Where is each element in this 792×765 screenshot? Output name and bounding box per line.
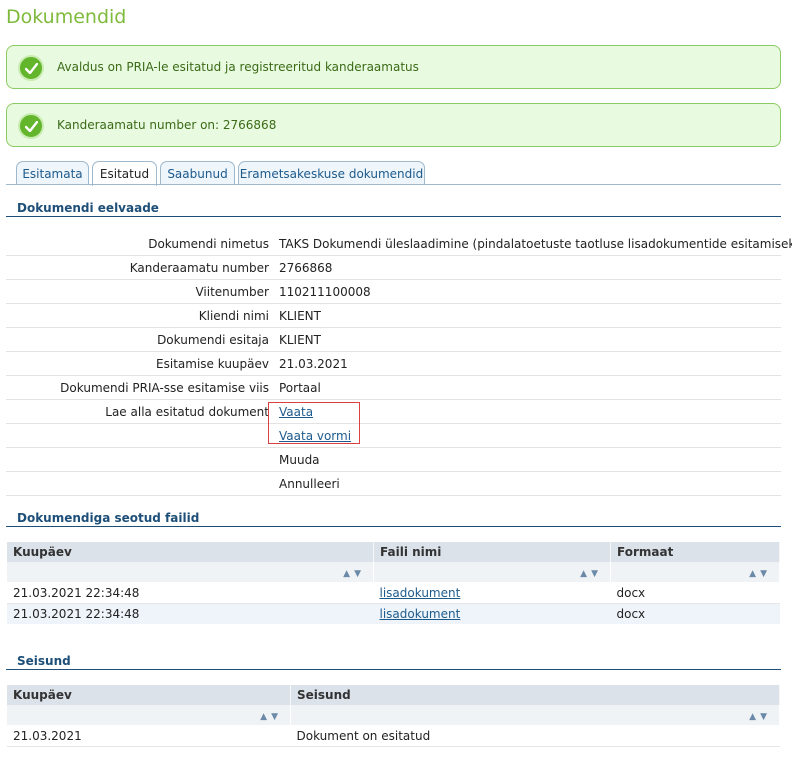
column-header-date[interactable]: Kuupäev — [7, 685, 291, 705]
field-row: Dokumendi esitaja KLIENT — [6, 328, 781, 352]
table-row: 21.03.2021 22:34:48 lisadokument docx — [7, 582, 780, 604]
sort-arrows-icon[interactable]: ▲▼ — [7, 562, 374, 583]
field-row: Kliendi nimi KLIENT — [6, 304, 781, 328]
field-row: Muuda — [6, 448, 781, 472]
field-label: Dokumendi esitaja — [157, 333, 269, 347]
field-value: KLIENT — [279, 333, 321, 347]
tab-esitatud[interactable]: Esitatud — [92, 161, 157, 186]
field-row: Viitenumber 110211100008 — [6, 280, 781, 304]
tab-esitamata[interactable]: Esitamata — [16, 161, 89, 184]
field-label: Dokumendi PRIA-sse esitamise viis — [60, 381, 269, 395]
sort-arrows-icon[interactable]: ▲▼ — [290, 705, 780, 726]
tab-erametsakeskuse-dokumendid[interactable]: Erametsakeskuse dokumendid — [238, 161, 425, 184]
field-value: Portaal — [279, 381, 321, 395]
table-row: 21.03.2021 Dokument on esitatud — [7, 725, 780, 747]
section-title-preview: Dokumendi eelvaade — [17, 201, 159, 215]
field-label: Viitenumber — [195, 285, 269, 299]
field-label: Kanderaamatu number — [129, 261, 269, 275]
field-label: Kliendi nimi — [198, 309, 269, 323]
field-value: 2766868 — [279, 261, 333, 275]
field-value: KLIENT — [279, 309, 321, 323]
section-title-files: Dokumendiga seotud failid — [17, 511, 200, 525]
file-format: docx — [610, 582, 780, 604]
section-divider — [6, 526, 781, 527]
files-table: Kuupäev Faili nimi Formaat ▲▼ ▲▼ ▲▼ 21.0… — [7, 542, 780, 625]
sort-arrows-icon[interactable]: ▲▼ — [610, 562, 780, 583]
check-icon — [18, 55, 44, 81]
sort-arrows-icon[interactable]: ▲▼ — [373, 562, 611, 583]
field-value: TAKS Dokumendi üleslaadimine (pindalatoe… — [279, 237, 792, 251]
file-format: docx — [610, 603, 780, 625]
file-name-link[interactable]: lisadokument — [380, 586, 461, 600]
success-message-text: Avaldus on PRIA-le esitatud ja registree… — [57, 60, 419, 74]
file-date: 21.03.2021 22:34:48 — [7, 603, 374, 625]
highlight-box — [268, 402, 360, 444]
field-label: Esitamise kuupäev — [156, 357, 269, 371]
sort-arrows-icon[interactable]: ▲▼ — [7, 705, 291, 726]
field-row: Kanderaamatu number 2766868 — [6, 256, 781, 280]
tab-divider — [6, 184, 781, 185]
status-table: Kuupäev Seisund ▲▼ ▲▼ 21.03.2021 Dokumen… — [7, 685, 780, 747]
check-icon — [18, 113, 44, 139]
success-message-number: Kanderaamatu number on: 2766868 — [6, 103, 781, 147]
field-row: Dokumendi nimetus TAKS Dokumendi üleslaa… — [6, 232, 792, 256]
section-divider — [6, 669, 781, 670]
status-date: 21.03.2021 — [7, 725, 291, 747]
file-name-link[interactable]: lisadokument — [380, 607, 461, 621]
field-row: Annulleeri — [6, 472, 781, 496]
field-row: Esitamise kuupäev 21.03.2021 — [6, 352, 781, 376]
field-label: Dokumendi nimetus — [148, 237, 269, 251]
cancel-action[interactable]: Annulleeri — [279, 477, 340, 491]
success-message-text: Kanderaamatu number on: 2766868 — [57, 118, 277, 132]
field-value: 21.03.2021 — [279, 357, 348, 371]
column-header-format[interactable]: Formaat — [610, 542, 780, 562]
column-header-filename[interactable]: Faili nimi — [373, 542, 611, 562]
field-label: Lae alla esitatud dokument — [105, 405, 269, 419]
field-row: Vaata vormi — [6, 424, 781, 448]
table-row: 21.03.2021 22:34:48 lisadokument docx — [7, 603, 780, 625]
page-title: Dokumendid — [6, 6, 127, 28]
tab-saabunud[interactable]: Saabunud — [160, 161, 235, 184]
file-date: 21.03.2021 22:34:48 — [7, 582, 374, 604]
column-header-status[interactable]: Seisund — [290, 685, 780, 705]
column-header-date[interactable]: Kuupäev — [7, 542, 374, 562]
success-message-submitted: Avaldus on PRIA-le esitatud ja registree… — [6, 45, 781, 89]
modify-action[interactable]: Muuda — [279, 453, 320, 467]
field-value: 110211100008 — [279, 285, 371, 299]
status-value: Dokument on esitatud — [290, 725, 780, 747]
field-row: Dokumendi PRIA-sse esitamise viis Portaa… — [6, 376, 781, 400]
section-divider — [6, 216, 781, 217]
section-title-status: Seisund — [17, 654, 71, 668]
field-row: Lae alla esitatud dokument Vaata — [6, 400, 781, 424]
